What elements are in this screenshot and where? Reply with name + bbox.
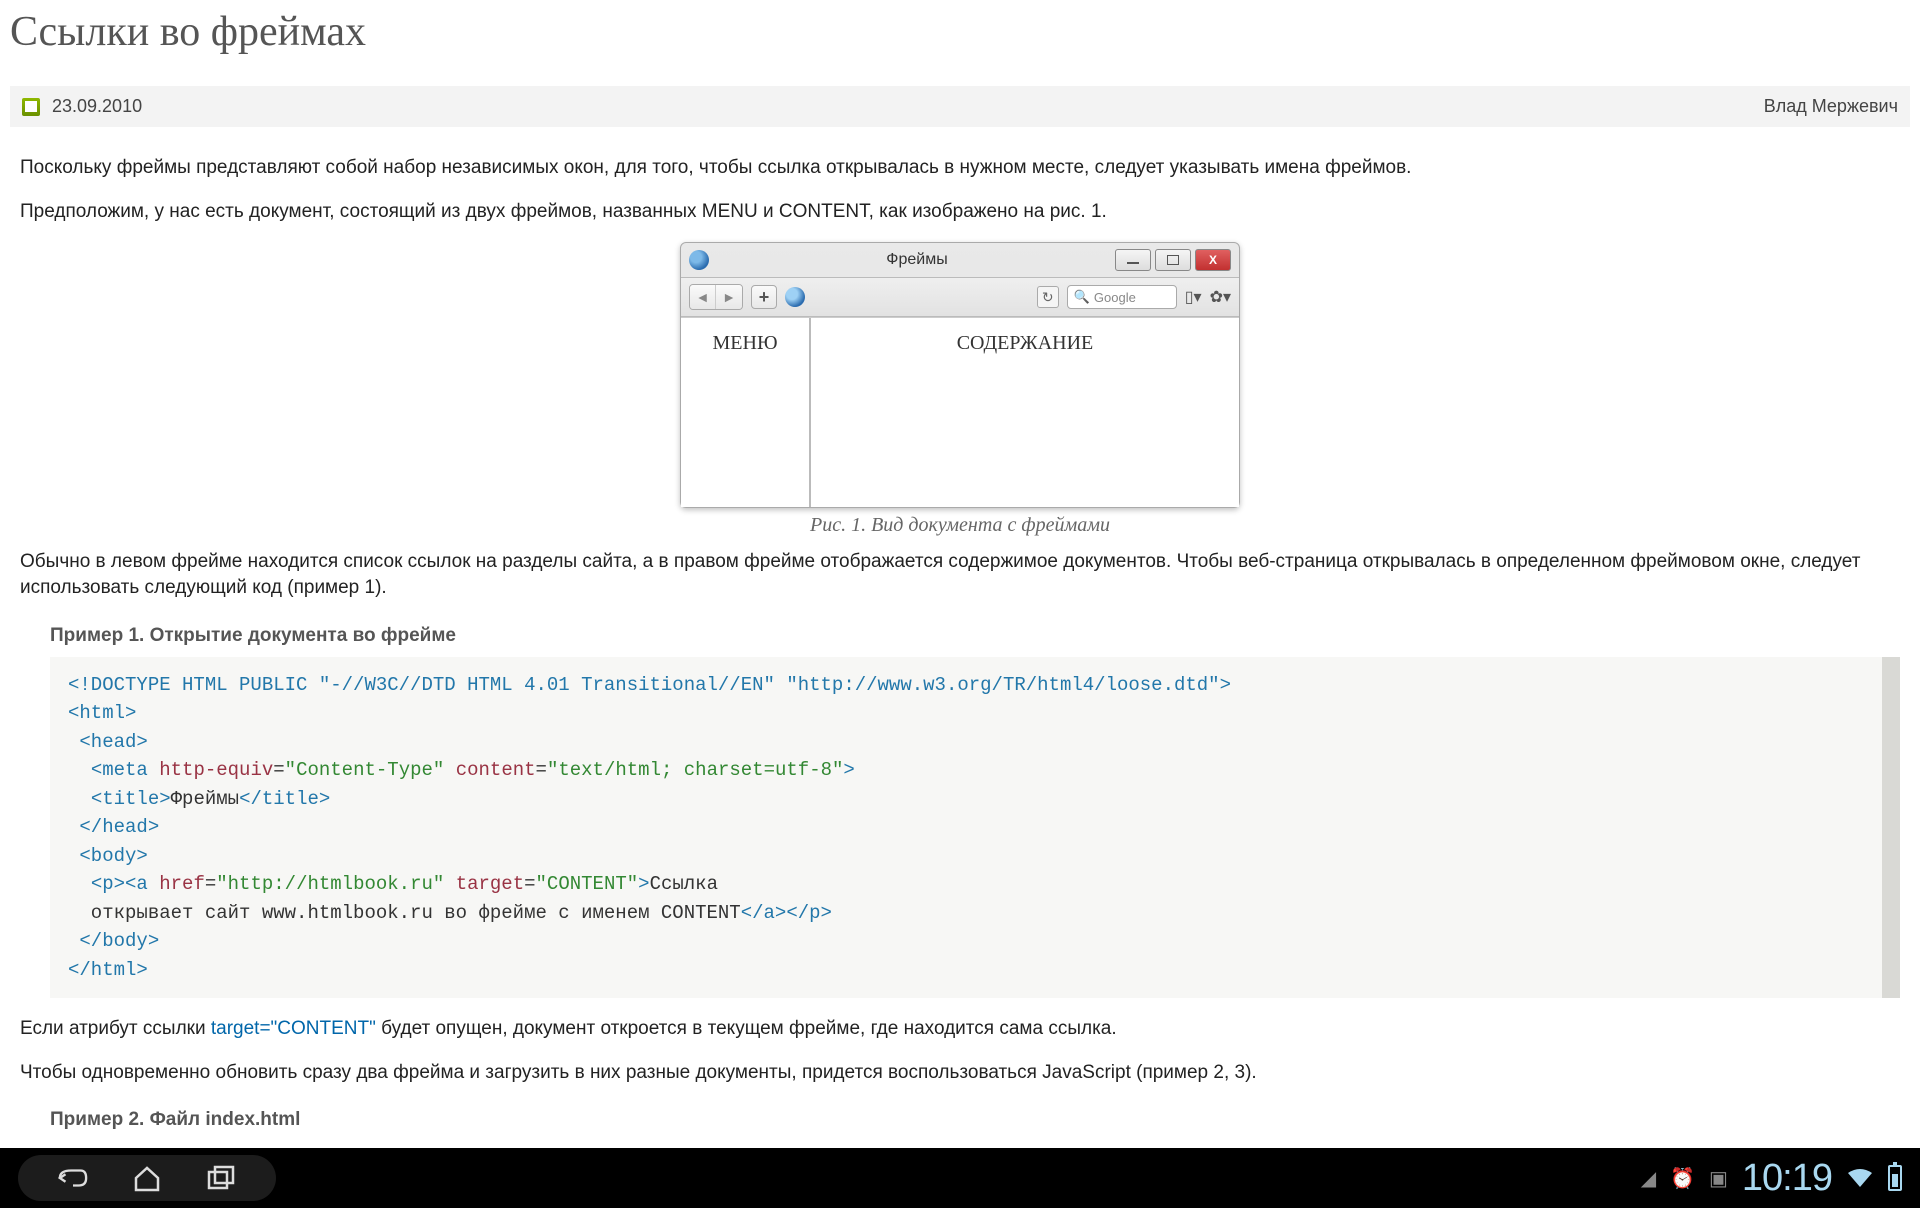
clock[interactable]: 10:19 — [1742, 1157, 1832, 1200]
window-title: Фреймы — [719, 251, 1115, 269]
battery-icon — [1888, 1165, 1902, 1191]
example-1-title: Пример 1. Открытие документа во фрейме — [50, 625, 1910, 647]
paragraph-3: Обычно в левом фрейме находится список с… — [20, 549, 1900, 600]
home-icon[interactable] — [132, 1163, 162, 1193]
image-icon[interactable]: ▣ — [1709, 1166, 1728, 1191]
bookmark-icon[interactable]: ▯▾ — [1185, 287, 1202, 307]
paragraph-5: Чтобы одновременно обновить сразу два фр… — [20, 1060, 1900, 1086]
reload-button[interactable]: ↻ — [1037, 286, 1059, 308]
page-title: Ссылки во фреймах — [10, 8, 1910, 56]
notification-icon[interactable]: ◢ — [1641, 1166, 1656, 1191]
firefox-icon — [689, 250, 709, 270]
globe-icon — [785, 287, 805, 307]
forward-button[interactable]: ► — [716, 285, 742, 309]
paragraph-1: Поскольку фреймы представляют собой набо… — [20, 155, 1900, 181]
wifi-icon — [1846, 1167, 1874, 1189]
minimize-button[interactable] — [1115, 249, 1151, 271]
code-example-1: <!DOCTYPE HTML PUBLIC "-//W3C//DTD HTML … — [50, 657, 1900, 999]
search-box[interactable]: 🔍 Google — [1067, 285, 1177, 309]
example-2-title: Пример 2. Файл index.html — [50, 1109, 1910, 1131]
author: Влад Мержевич — [1764, 96, 1898, 117]
search-placeholder: Google — [1094, 290, 1136, 305]
meta-bar: 23.09.2010 Влад Мержевич — [10, 86, 1910, 127]
paragraph-2: Предположим, у нас есть документ, состоя… — [20, 199, 1900, 225]
alarm-icon[interactable]: ⏰ — [1670, 1166, 1695, 1191]
new-tab-button[interactable]: + — [751, 285, 777, 309]
frame-menu: МЕНЮ — [681, 318, 811, 507]
back-icon[interactable] — [58, 1163, 88, 1193]
settings-icon[interactable]: ✿▾ — [1210, 287, 1231, 307]
paragraph-4: Если атрибут ссылки target="CONTENT" буд… — [20, 1016, 1900, 1042]
search-icon: 🔍 — [1074, 289, 1090, 305]
figure-1: Фреймы X ◄ ► + ↻ 🔍 Google — [10, 242, 1910, 537]
browser-window: Фреймы X ◄ ► + ↻ 🔍 Google — [680, 242, 1240, 508]
recent-apps-icon[interactable] — [206, 1163, 236, 1193]
frame-content: СОДЕРЖАНИЕ — [811, 318, 1239, 507]
back-button[interactable]: ◄ — [690, 285, 716, 309]
maximize-button[interactable] — [1155, 249, 1191, 271]
figure-caption: Рис. 1. Вид документа с фреймами — [10, 514, 1910, 537]
android-statusbar: ◢ ⏰ ▣ 10:19 — [0, 1148, 1920, 1208]
date: 23.09.2010 — [52, 96, 142, 117]
calendar-icon — [22, 98, 40, 116]
close-button[interactable]: X — [1195, 249, 1231, 271]
